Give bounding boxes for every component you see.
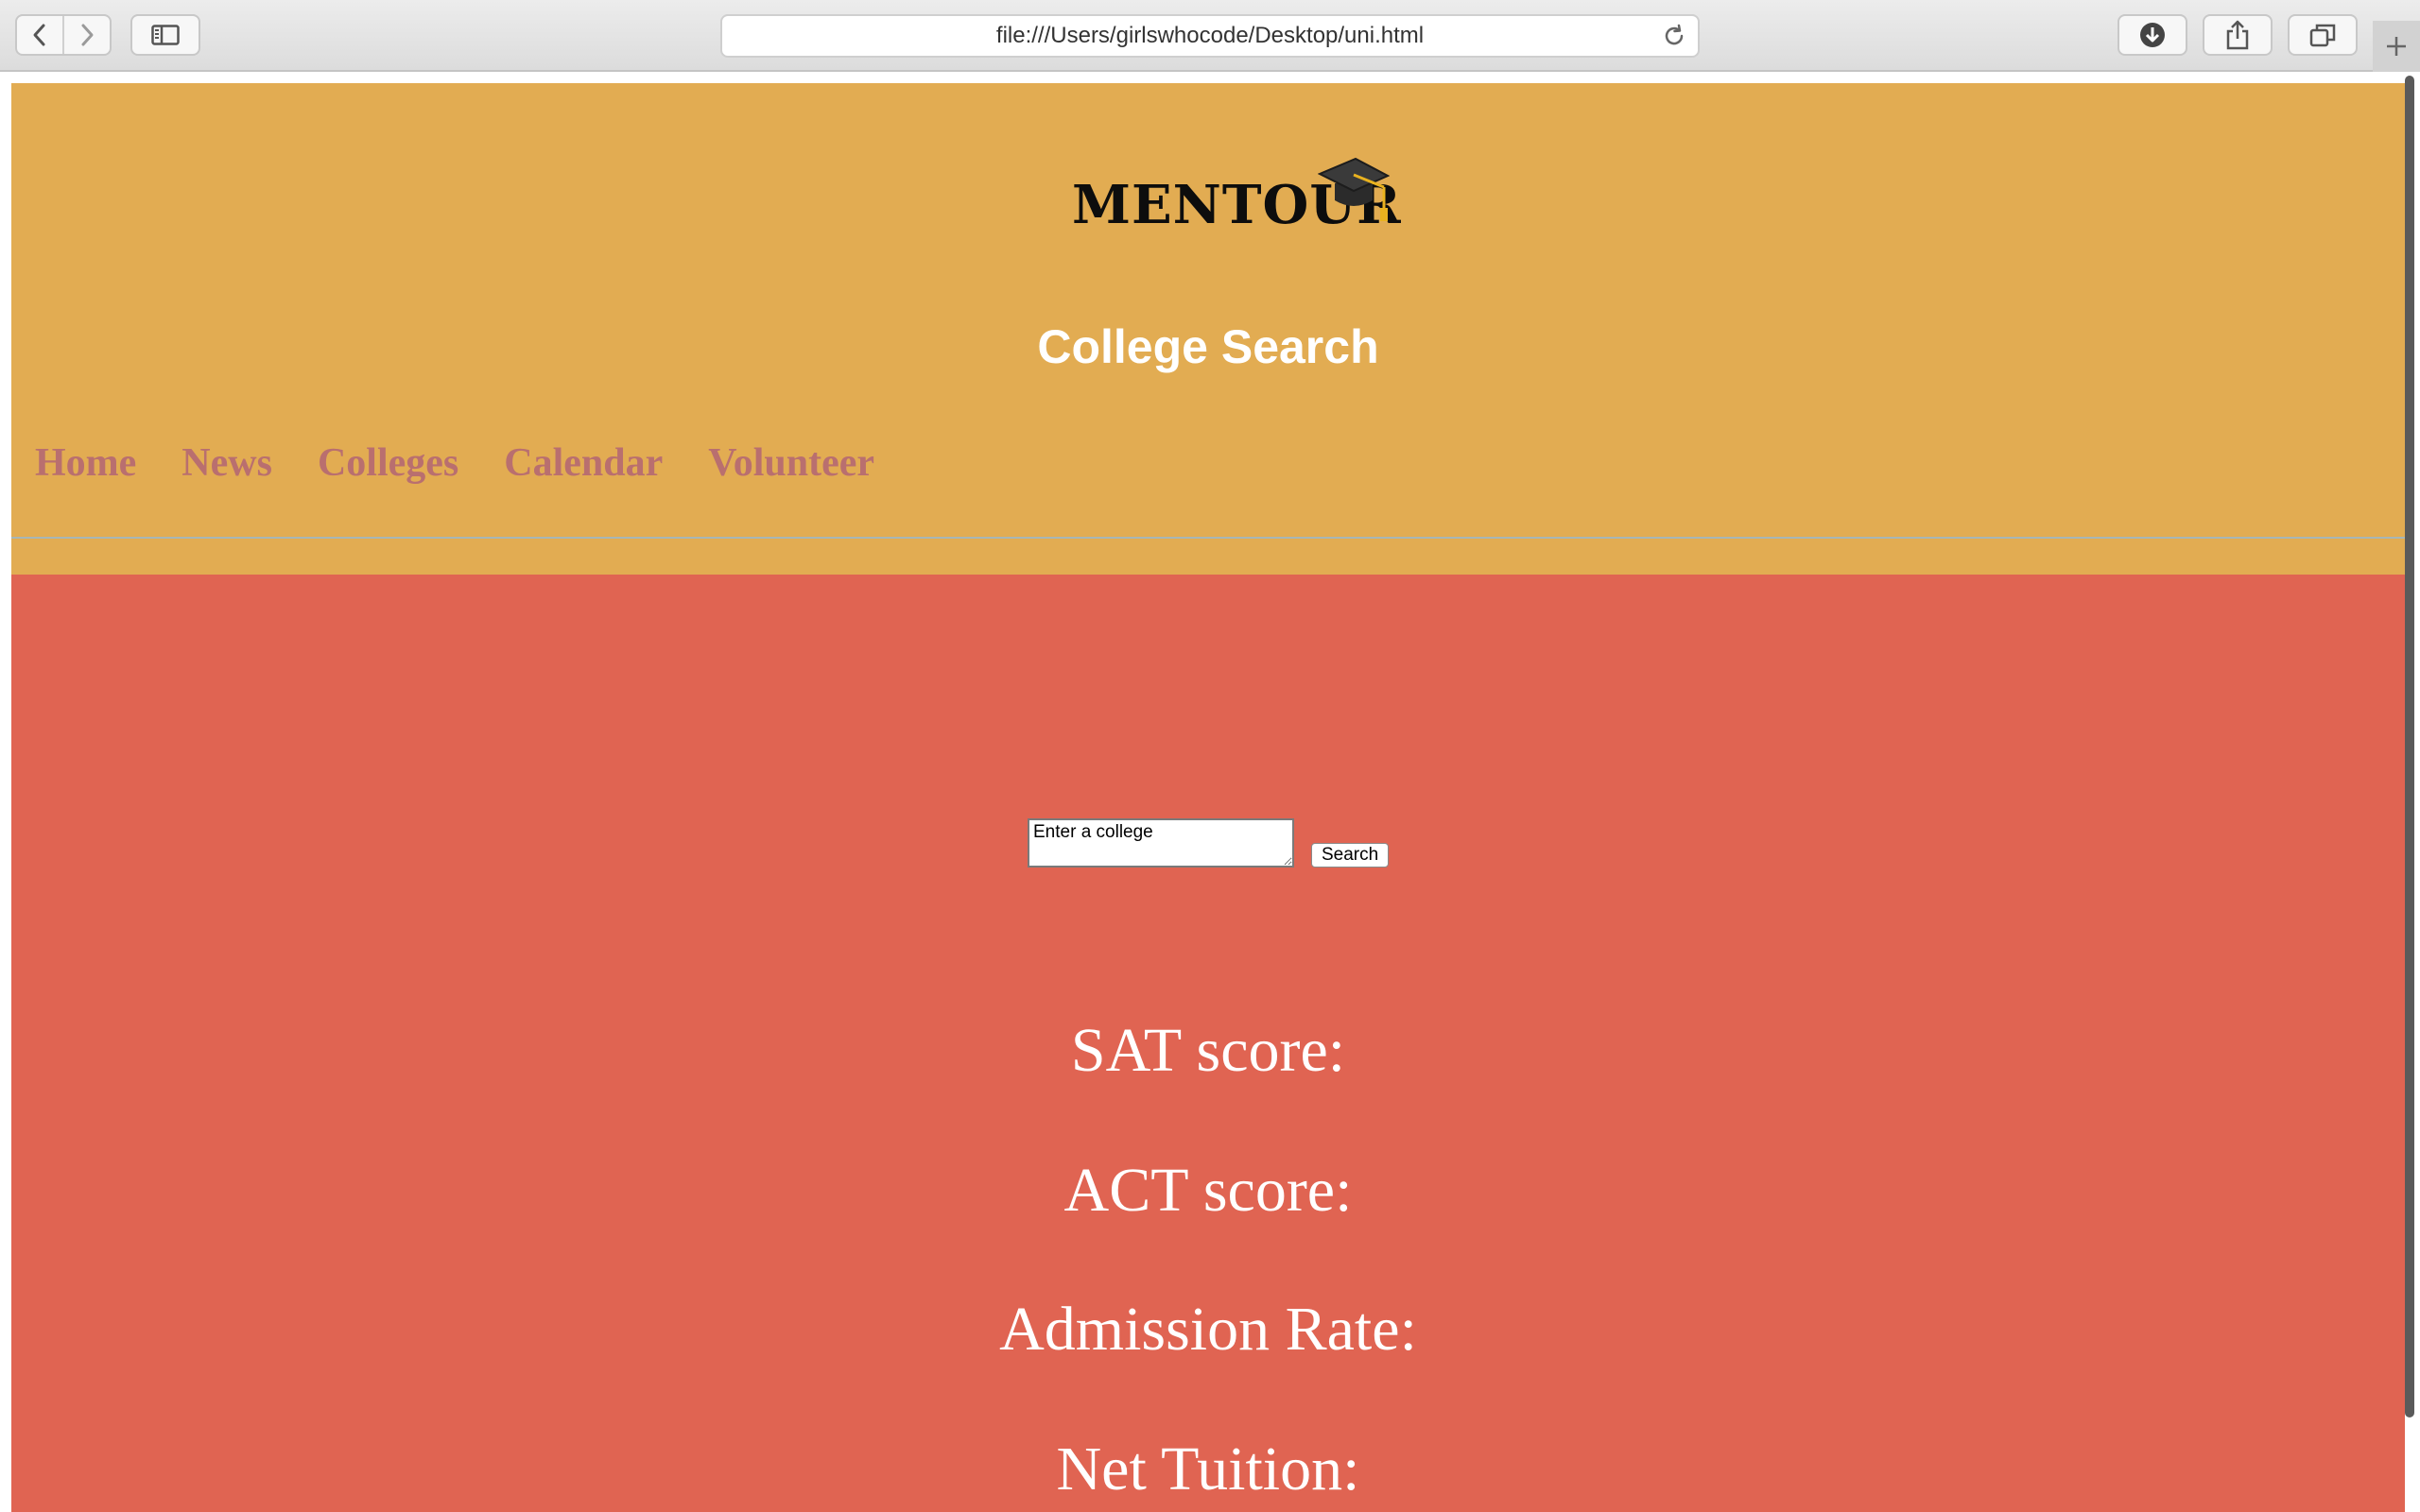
reload-icon (1665, 24, 1684, 45)
act-score-label: ACT score: (1063, 1156, 1353, 1225)
search-button[interactable]: Search (1311, 843, 1390, 868)
tabs-overview-button[interactable] (2288, 14, 2358, 56)
downloads-button[interactable] (2118, 14, 2187, 56)
plus-icon (2387, 37, 2406, 56)
header-divider (11, 537, 2405, 539)
browser-toolbar: file:///Users/girlswhocode/Desktop/uni.h… (0, 0, 2420, 72)
sat-score-label: SAT score: (1070, 1016, 1346, 1085)
share-icon (2226, 20, 2249, 50)
nav-item-calendar[interactable]: Calendar (504, 440, 663, 486)
net-tuition-label: Net Tuition: (1056, 1435, 1360, 1503)
college-search-input[interactable] (1028, 818, 1294, 868)
nav-item-home[interactable]: Home (35, 440, 136, 486)
graduation-cap-icon (1318, 157, 1390, 221)
new-tab-button[interactable] (2373, 21, 2420, 72)
page-title: College Search (1037, 320, 1379, 373)
page-scrollbar[interactable] (2405, 76, 2414, 1418)
search-form: Search (1028, 818, 1390, 868)
sidebar-icon (151, 25, 180, 45)
address-bar[interactable]: file:///Users/girlswhocode/Desktop/uni.h… (720, 14, 1700, 58)
admission-rate-label: Admission Rate: (999, 1295, 1417, 1364)
sidebar-toggle-button[interactable] (130, 14, 200, 56)
site-logo[interactable]: MENTOUR (1070, 146, 1401, 249)
history-nav (15, 14, 112, 56)
search-section: Search SAT score: ACT score: Admission R… (11, 575, 2405, 1512)
download-icon (2140, 23, 2165, 47)
page-viewport: MENTOUR College Search Home News College… (0, 72, 2420, 1512)
chevron-left-icon (33, 24, 45, 46)
chevron-right-icon (81, 24, 94, 46)
site-header: MENTOUR College Search Home News College… (11, 83, 2405, 575)
nav-item-volunteer[interactable]: Volunteer (708, 440, 874, 486)
url-text: file:///Users/girlswhocode/Desktop/uni.h… (995, 23, 1425, 48)
reload-button[interactable] (1662, 24, 1686, 55)
tabs-icon (2309, 24, 2336, 47)
nav-item-colleges[interactable]: Colleges (318, 440, 458, 486)
main-nav: Home News Colleges Calendar Volunteer (35, 440, 874, 486)
back-button[interactable] (17, 16, 62, 54)
forward-button[interactable] (62, 16, 110, 54)
nav-item-news[interactable]: News (182, 440, 272, 486)
share-button[interactable] (2203, 14, 2273, 56)
